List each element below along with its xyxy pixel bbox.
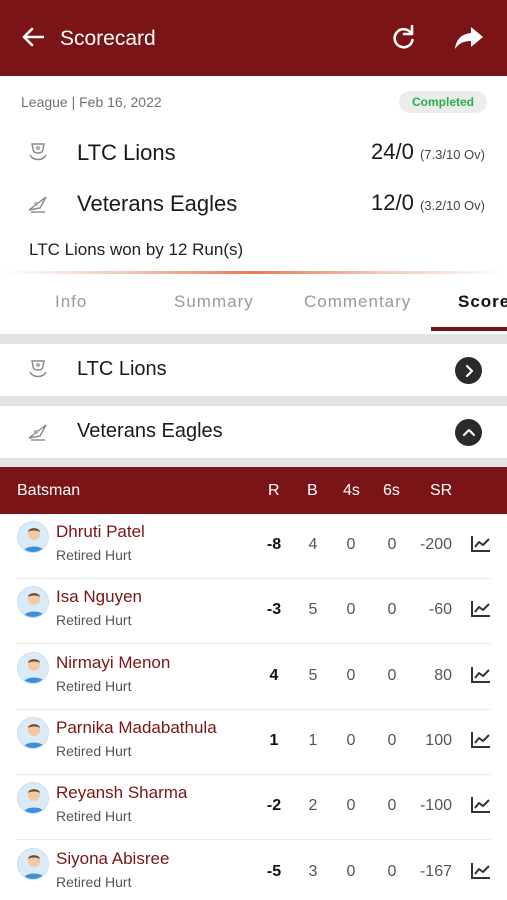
refresh-icon[interactable] bbox=[388, 22, 420, 54]
player-name[interactable]: Siyona Abisree bbox=[56, 849, 169, 869]
chevron-up-icon[interactable] bbox=[455, 419, 482, 446]
header-sixes: 6s bbox=[383, 482, 400, 499]
chart-icon[interactable] bbox=[470, 599, 492, 619]
dismissal: Retired Hurt bbox=[56, 873, 132, 890]
strike-rate: -100 bbox=[419, 797, 452, 815]
match-result: LTC Lions won by 12 Run(s) bbox=[29, 240, 244, 259]
avatar bbox=[17, 651, 49, 684]
share-icon[interactable] bbox=[452, 22, 486, 54]
strike-rate: 80 bbox=[434, 666, 452, 684]
fours: 0 bbox=[346, 666, 356, 684]
player-name[interactable]: Nirmayi Menon bbox=[56, 653, 170, 673]
fours: 0 bbox=[346, 536, 356, 553]
runs: -2 bbox=[266, 797, 282, 815]
app-bar: Scorecard bbox=[0, 0, 507, 76]
section-gap bbox=[0, 396, 507, 406]
batting-table-header: Batsman R B 4s 6s SR bbox=[0, 467, 507, 514]
team-runs: 24/0 bbox=[371, 139, 414, 164]
team-row-1: LTC Lions 24/0 (7.3/10 Ov) bbox=[0, 133, 507, 173]
team-overs: (3.2/10 Ov) bbox=[419, 198, 485, 213]
team-logo-icon bbox=[26, 141, 50, 165]
tab-info[interactable]: Info bbox=[55, 292, 87, 312]
header-balls: B bbox=[307, 482, 318, 499]
balls: 3 bbox=[308, 862, 318, 880]
strike-rate: -60 bbox=[428, 601, 452, 619]
header-strike-rate: SR bbox=[430, 482, 453, 499]
table-row[interactable]: Isa Nguyen Retired Hurt -3 5 0 0 -60 bbox=[0, 579, 507, 645]
player-name[interactable]: Dhruti Patel bbox=[56, 522, 145, 542]
tab-score[interactable]: Score bbox=[458, 292, 507, 312]
table-row[interactable]: Parnika Madabathula Retired Hurt 1 1 0 0 100 bbox=[0, 710, 507, 775]
arrow-left-icon[interactable] bbox=[18, 22, 48, 52]
tab-summary[interactable]: Summary bbox=[174, 292, 254, 312]
dismissal: Retired Hurt bbox=[56, 547, 132, 563]
dismissal: Retired Hurt bbox=[56, 677, 132, 694]
strike-rate: -200 bbox=[419, 536, 452, 553]
match-meta: League | Feb 16, 2022 bbox=[21, 94, 162, 110]
dismissal: Retired Hurt bbox=[56, 612, 132, 629]
team-name: LTC Lions bbox=[77, 140, 176, 165]
chart-icon[interactable] bbox=[470, 534, 492, 554]
section-gap bbox=[0, 334, 507, 344]
avatar bbox=[17, 521, 49, 553]
runs: 4 bbox=[269, 666, 279, 684]
active-tab-indicator bbox=[431, 327, 507, 331]
team-overs: (7.3/10 Ov) bbox=[419, 147, 485, 162]
innings-team-name: LTC Lions bbox=[77, 358, 167, 380]
table-row[interactable]: Dhruti Patel Retired Hurt -8 4 0 0 -200 bbox=[0, 514, 507, 579]
team-logo-icon bbox=[26, 358, 50, 382]
player-name[interactable]: Reyansh Sharma bbox=[56, 783, 187, 803]
fours: 0 bbox=[346, 601, 356, 619]
balls: 1 bbox=[308, 731, 318, 749]
runs: -5 bbox=[266, 862, 282, 880]
table-row[interactable]: Reyansh Sharma Retired Hurt -2 2 0 0 -100 bbox=[0, 775, 507, 841]
balls: 4 bbox=[308, 536, 318, 553]
chart-icon[interactable] bbox=[470, 861, 492, 881]
dismissal: Retired Hurt bbox=[56, 742, 132, 759]
dismissal: Retired Hurt bbox=[56, 808, 132, 825]
header-runs: R bbox=[268, 482, 280, 499]
header-fours: 4s bbox=[343, 482, 360, 499]
player-name[interactable]: Parnika Madabathula bbox=[56, 718, 217, 738]
innings-row-veterans-eagles[interactable]: Veterans Eagles bbox=[0, 406, 507, 458]
team-logo-icon bbox=[26, 192, 50, 216]
team-name: Veterans Eagles bbox=[77, 191, 238, 216]
chevron-right-icon[interactable] bbox=[455, 357, 482, 384]
status-badge: Completed bbox=[398, 91, 487, 113]
team-logo-icon bbox=[26, 420, 50, 444]
balls: 5 bbox=[308, 601, 318, 619]
team-score: 12/0 (3.2/10 Ov) bbox=[371, 190, 485, 216]
fours: 0 bbox=[346, 797, 356, 815]
innings-row-ltc-lions[interactable]: LTC Lions bbox=[0, 344, 507, 396]
team-runs: 12/0 bbox=[371, 190, 414, 215]
team-row-2: Veterans Eagles 12/0 (3.2/10 Ov) bbox=[0, 184, 507, 224]
runs: -8 bbox=[266, 536, 282, 553]
runs: 1 bbox=[269, 731, 279, 749]
tab-bar: Info Summary Commentary Score bbox=[0, 274, 507, 334]
avatar bbox=[17, 782, 49, 815]
strike-rate: 100 bbox=[425, 731, 452, 749]
team-score: 24/0 (7.3/10 Ov) bbox=[371, 139, 485, 165]
chart-icon[interactable] bbox=[470, 665, 492, 685]
strike-rate: -167 bbox=[419, 862, 452, 880]
tab-commentary[interactable]: Commentary bbox=[304, 292, 411, 312]
header-batsman: Batsman bbox=[17, 482, 81, 499]
table-row[interactable]: Siyona Abisree Retired Hurt -5 3 0 0 -167 bbox=[0, 841, 507, 900]
section-gap bbox=[0, 458, 507, 467]
chart-icon[interactable] bbox=[470, 730, 492, 750]
fours: 0 bbox=[346, 862, 356, 880]
balls: 5 bbox=[308, 666, 318, 684]
avatar bbox=[17, 586, 49, 619]
page-title: Scorecard bbox=[60, 27, 156, 50]
balls: 2 bbox=[308, 797, 318, 815]
runs: -3 bbox=[266, 601, 282, 619]
player-name[interactable]: Isa Nguyen bbox=[56, 587, 142, 607]
innings-team-name: Veterans Eagles bbox=[77, 420, 223, 442]
table-row[interactable]: Nirmayi Menon Retired Hurt 4 5 0 0 80 bbox=[0, 645, 507, 710]
avatar bbox=[17, 716, 49, 749]
chart-icon[interactable] bbox=[470, 795, 492, 815]
avatar bbox=[17, 847, 49, 880]
fours: 0 bbox=[346, 731, 356, 749]
